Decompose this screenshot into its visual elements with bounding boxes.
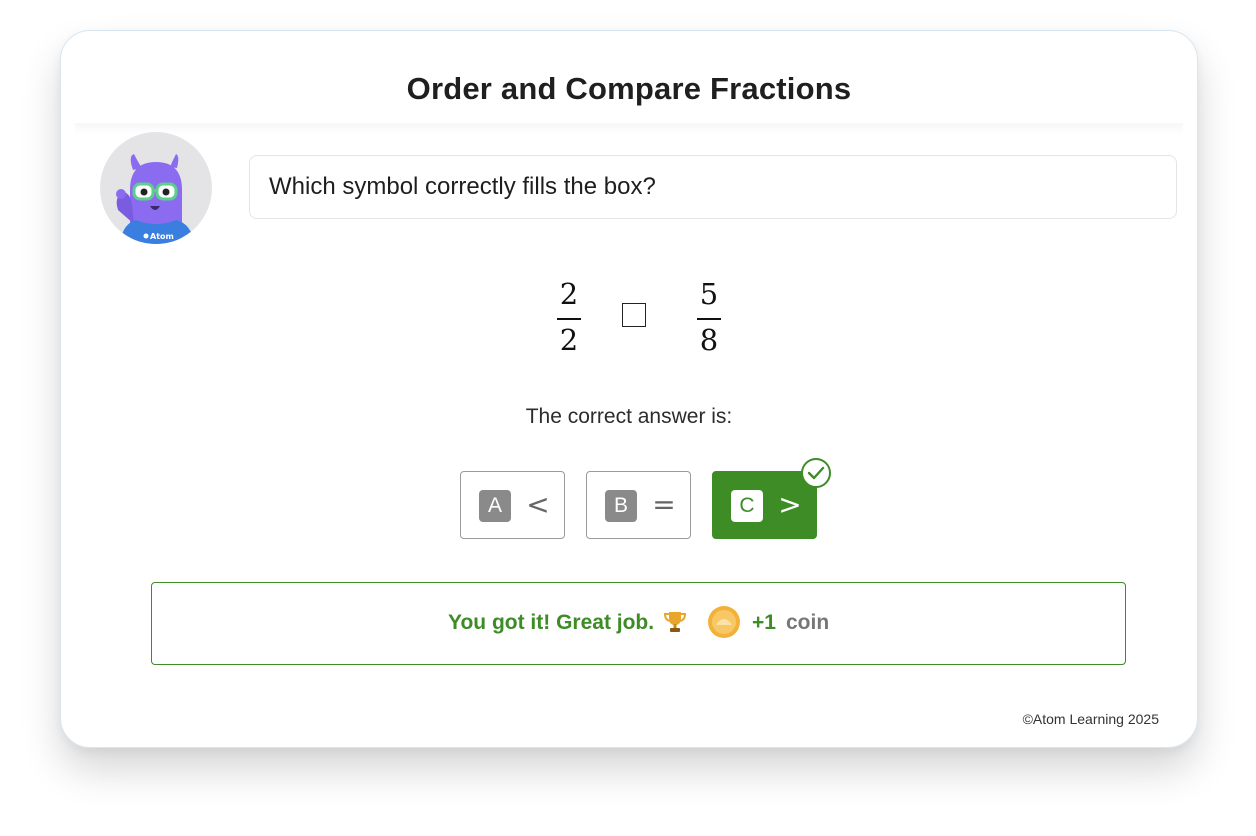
option-a[interactable]: A <	[460, 471, 565, 539]
feedback-banner: You got it! Great job. +1 coin	[151, 582, 1126, 665]
answer-label: The correct answer is:	[525, 405, 733, 428]
reward-unit: coin	[786, 611, 830, 634]
option-letter: C	[731, 490, 763, 522]
option-b[interactable]: B =	[586, 471, 691, 539]
equals-symbol: =	[652, 488, 676, 521]
mascot-icon: Atom	[116, 154, 194, 244]
title-divider	[75, 123, 1183, 135]
trophy-icon	[663, 610, 687, 639]
right-denominator: 8	[699, 323, 719, 357]
option-c[interactable]: C >	[712, 458, 831, 539]
right-numerator: 5	[699, 277, 719, 311]
lesson-card: Order and Compare Fractions Atom Which s…	[60, 30, 1198, 748]
left-denominator: 2	[559, 323, 579, 357]
fraction-comparison: 2 2 5 8	[549, 277, 729, 357]
svg-text:Atom: Atom	[150, 232, 174, 241]
option-letter: A	[479, 490, 511, 522]
check-circle-icon	[801, 458, 831, 488]
empty-box-icon	[622, 303, 646, 327]
copyright-text: ©Atom Learning 2025	[1022, 711, 1159, 727]
greater-than-symbol: >	[778, 488, 802, 521]
question-box: Which symbol correctly fills the box?	[249, 155, 1177, 219]
option-letter: B	[605, 490, 637, 522]
page-title: Order and Compare Fractions	[406, 71, 852, 106]
answer-options: A < B = C >	[460, 458, 860, 539]
fraction-bar	[697, 318, 721, 320]
less-than-symbol: <	[526, 488, 550, 521]
mascot-avatar: Atom	[100, 132, 212, 244]
reward-amount: +1	[752, 611, 776, 634]
left-numerator: 2	[559, 277, 579, 311]
fraction-bar	[557, 318, 581, 320]
coin-icon	[707, 605, 741, 639]
feedback-message: You got it! Great job.	[448, 611, 655, 634]
